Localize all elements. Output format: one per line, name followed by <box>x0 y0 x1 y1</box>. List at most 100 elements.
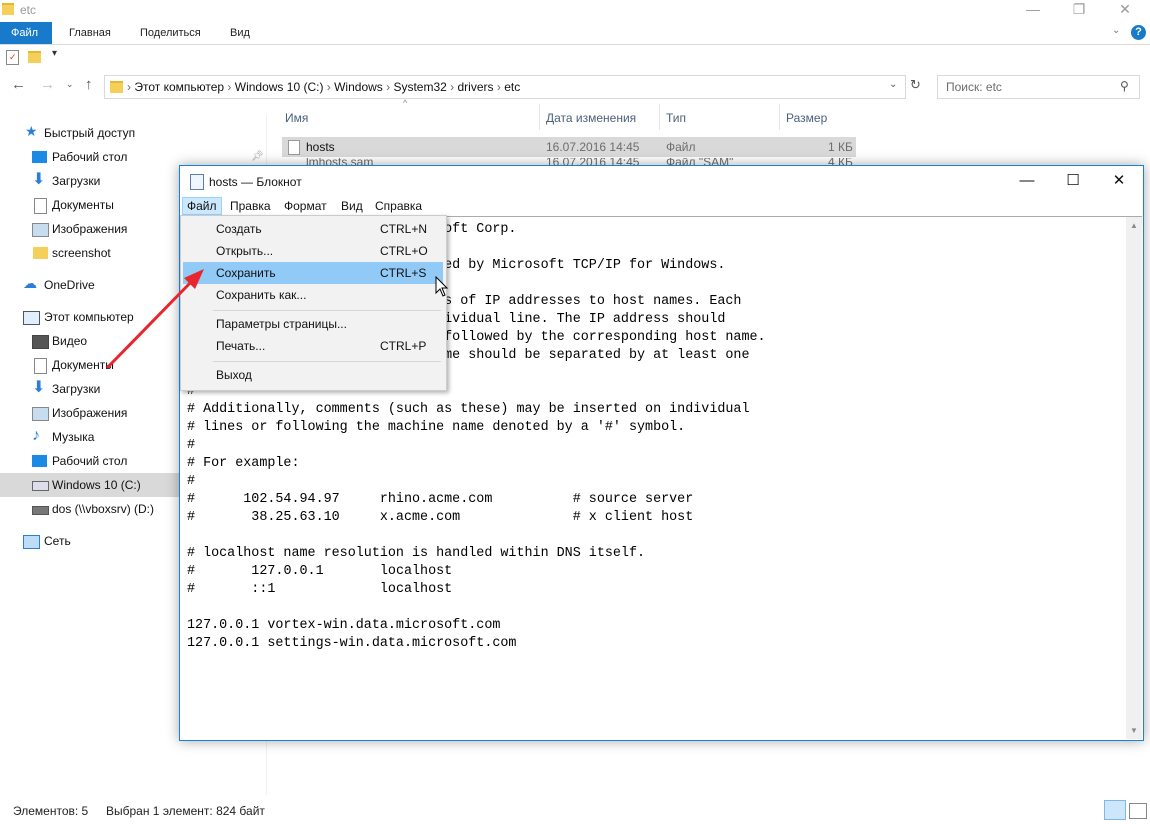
crumb-c-drive[interactable]: Windows 10 (C:) <box>235 80 324 94</box>
properties-icon[interactable]: ✓ <box>6 50 19 65</box>
menu-divider <box>213 361 441 362</box>
menu-divider <box>213 310 441 311</box>
minimize-button[interactable]: — <box>1010 0 1056 22</box>
crumb-etc[interactable]: etc <box>504 80 520 94</box>
nav-label: Изображения <box>52 222 128 236</box>
recent-dropdown-icon[interactable]: ⌄ <box>66 79 74 90</box>
item-count: Элементов: 5 <box>13 804 89 818</box>
column-type[interactable]: Тип <box>666 108 686 128</box>
close-button[interactable]: ✕ <box>1096 166 1142 196</box>
column-divider[interactable] <box>659 104 660 130</box>
column-date[interactable]: Дата изменения <box>546 108 636 128</box>
file-type: Файл <box>666 140 696 154</box>
tiles-view-icon[interactable] <box>1129 803 1147 819</box>
menu-item-new[interactable]: Создать CTRL+N <box>183 218 443 240</box>
nav-label: Видео <box>52 334 88 348</box>
tab-file[interactable]: Файл <box>0 22 52 44</box>
restore-button[interactable]: ❐ <box>1056 0 1102 22</box>
download-icon: ⬇ <box>32 171 46 188</box>
notepad-icon <box>190 174 204 190</box>
crumb-this-pc[interactable]: Этот компьютер <box>134 80 224 94</box>
refresh-icon[interactable]: ↻ <box>910 77 921 93</box>
menu-item-label: Сохранить как... <box>216 288 307 302</box>
tab-home[interactable]: Главная <box>56 22 124 44</box>
menu-help[interactable]: Справка <box>371 197 426 215</box>
search-icon[interactable]: ⚲ <box>1120 79 1129 93</box>
menu-item-save-as[interactable]: Сохранить как... <box>183 284 443 306</box>
column-size[interactable]: Размер <box>786 108 827 128</box>
tab-view[interactable]: Вид <box>217 22 263 44</box>
menu-view[interactable]: Вид <box>337 197 367 215</box>
ribbon-tabs: Файл Главная Поделиться Вид ⌄ ? <box>0 22 1150 45</box>
menu-item-label: Печать... <box>216 339 266 353</box>
sort-up-icon: ^ <box>403 98 408 108</box>
qat-dropdown-icon[interactable]: ▾ <box>52 48 57 59</box>
back-arrow-icon[interactable]: ← <box>11 76 26 93</box>
explorer-title-bar: etc — ❐ ✕ <box>0 0 1150 22</box>
tab-share[interactable]: Поделиться <box>127 22 214 44</box>
crumb-system32[interactable]: System32 <box>393 80 446 94</box>
menu-item-save[interactable]: Сохранить CTRL+S <box>183 262 443 284</box>
folder-icon <box>33 247 48 259</box>
nav-label: Рабочий стол <box>52 150 128 164</box>
column-name[interactable]: Имя <box>285 108 308 128</box>
help-icon[interactable]: ? <box>1131 25 1146 40</box>
menu-item-shortcut: CTRL+N <box>380 222 428 236</box>
drive-icon <box>32 481 49 491</box>
address-dropdown-icon[interactable]: ⌄ <box>889 79 897 90</box>
video-icon <box>32 335 49 349</box>
forward-arrow-icon[interactable]: → <box>40 76 55 93</box>
menu-item-open[interactable]: Открыть... CTRL+O <box>183 240 443 262</box>
menu-format[interactable]: Формат <box>280 197 331 215</box>
details-view-icon[interactable] <box>1104 800 1126 820</box>
pictures-icon <box>32 407 49 421</box>
download-icon: ⬇ <box>32 379 46 396</box>
minimize-button[interactable]: — <box>1004 166 1050 196</box>
breadcrumb: › Этот компьютер › Windows 10 (C:) › Win… <box>127 80 521 94</box>
nav-label: Windows 10 (C:) <box>52 478 141 492</box>
document-icon <box>34 358 47 374</box>
desktop-icon <box>32 151 47 163</box>
menu-item-print[interactable]: Печать... CTRL+P <box>183 335 443 357</box>
menu-item-label: Сохранить <box>216 266 276 280</box>
address-bar[interactable]: › Этот компьютер › Windows 10 (C:) › Win… <box>104 75 906 99</box>
up-arrow-icon[interactable]: ↑ <box>85 76 93 93</box>
nav-label: Рабочий стол <box>52 454 128 468</box>
cloud-icon: ☁ <box>23 275 37 291</box>
nav-label: Сеть <box>44 534 71 548</box>
vertical-scrollbar[interactable]: ▲ ▼ <box>1126 216 1142 739</box>
menu-file[interactable]: Файл <box>182 197 222 215</box>
menu-item-shortcut: CTRL+S <box>380 266 427 280</box>
scroll-up-icon[interactable]: ▲ <box>1126 217 1142 234</box>
network-icon <box>23 535 40 549</box>
address-row: ← → ⌄ ↑ › Этот компьютер › Windows 10 (C… <box>0 73 1150 101</box>
maximize-button[interactable]: ☐ <box>1050 166 1096 196</box>
nav-label: Изображения <box>52 406 128 420</box>
mouse-cursor-icon <box>435 276 449 297</box>
document-icon <box>34 198 47 214</box>
menu-item-label: Выход <box>216 368 252 382</box>
network-drive-icon <box>32 506 49 515</box>
new-folder-icon[interactable] <box>28 51 41 63</box>
menu-item-exit[interactable]: Выход <box>183 364 443 386</box>
folder-icon <box>2 3 14 15</box>
folder-icon <box>110 81 123 93</box>
nav-quick-access[interactable]: ★ Быстрый доступ <box>0 121 266 145</box>
close-button[interactable]: ✕ <box>1102 0 1148 22</box>
menu-item-shortcut: CTRL+P <box>380 339 427 353</box>
file-date: 16.07.2016 14:45 <box>546 140 640 154</box>
menu-edit[interactable]: Правка <box>226 197 275 215</box>
table-row[interactable]: hosts 16.07.2016 14:45 Файл 1 КБ <box>282 137 856 157</box>
selection-info: Выбран 1 элемент: 824 байт <box>106 804 265 818</box>
search-input[interactable]: Поиск: etc ⚲ <box>937 75 1140 99</box>
crumb-windows[interactable]: Windows <box>334 80 383 94</box>
chevron-down-icon[interactable]: ⌄ <box>1112 25 1120 36</box>
column-divider[interactable] <box>539 104 540 130</box>
menu-item-page-setup[interactable]: Параметры страницы... <box>183 313 443 335</box>
notepad-menu-bar: Файл Правка Формат Вид Справка <box>180 196 1143 216</box>
crumb-drivers[interactable]: drivers <box>458 80 494 94</box>
scroll-down-icon[interactable]: ▼ <box>1126 722 1142 739</box>
column-divider[interactable] <box>779 104 780 130</box>
menu-item-label: Открыть... <box>216 244 274 258</box>
menu-item-label: Параметры страницы... <box>216 317 347 331</box>
